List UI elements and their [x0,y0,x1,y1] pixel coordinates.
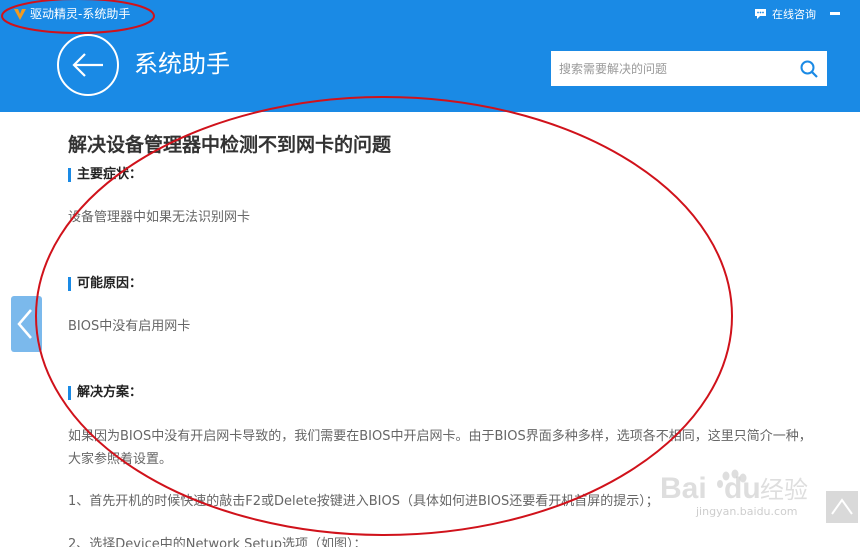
chat-bubble-icon [755,9,766,19]
solution-step-2: 2、选择Device中的Network Setup选项（如图）： [68,537,367,547]
back-to-top-button[interactable] [826,491,858,523]
section-heading-solution: 解决方案： [68,385,142,401]
solution-step-1: 1、首先开机的时候快速的敲击F2或Delete按键进入BIOS（具体如何进BIO… [68,494,659,509]
back-to-top-icon [831,498,853,515]
back-button[interactable] [57,34,119,96]
watermark-brand: Bai [660,472,707,505]
search-input[interactable] [551,51,791,86]
search-box [551,51,827,86]
baidu-watermark: Bai du 经验 jingyan.baidu.com [660,469,808,518]
header-bar: 驱动精灵-系统助手 在线咨询 系统助手 [0,0,860,112]
cause-text: BIOS中没有启用网卡 [68,319,191,334]
solution-line-2: 大家参照着设置。 [68,452,173,467]
app-title: 驱动精灵-系统助手 [30,7,131,21]
online-consult-button[interactable]: 在线咨询 [754,6,816,22]
previous-article-button[interactable] [11,296,42,352]
article-title: 解决设备管理器中检测不到网卡的问题 [68,134,392,156]
search-icon[interactable] [799,59,819,79]
minimize-icon[interactable] [830,12,840,15]
watermark-url: jingyan.baidu.com [695,505,798,518]
back-arrow-icon [72,53,103,77]
solution-line-1: 如果因为BIOS中没有开启网卡导致的，我们需要在BIOS中开启网卡。由于BIOS… [68,429,812,444]
online-consult-label: 在线咨询 [772,8,816,21]
watermark-brand-2: du [724,472,761,505]
section-heading-cause: 可能原因： [68,276,142,292]
section-heading-symptom: 主要症状： [68,167,142,183]
app-logo-icon [14,9,26,20]
watermark-suffix: 经验 [760,476,808,504]
chevron-left-icon [17,309,32,339]
annotation-ellipse-content [35,96,733,536]
title-bar: 驱动精灵-系统助手 在线咨询 [0,0,860,28]
symptom-text: 设备管理器中如果无法识别网卡 [68,210,251,225]
page-title: 系统助手 [134,50,230,78]
